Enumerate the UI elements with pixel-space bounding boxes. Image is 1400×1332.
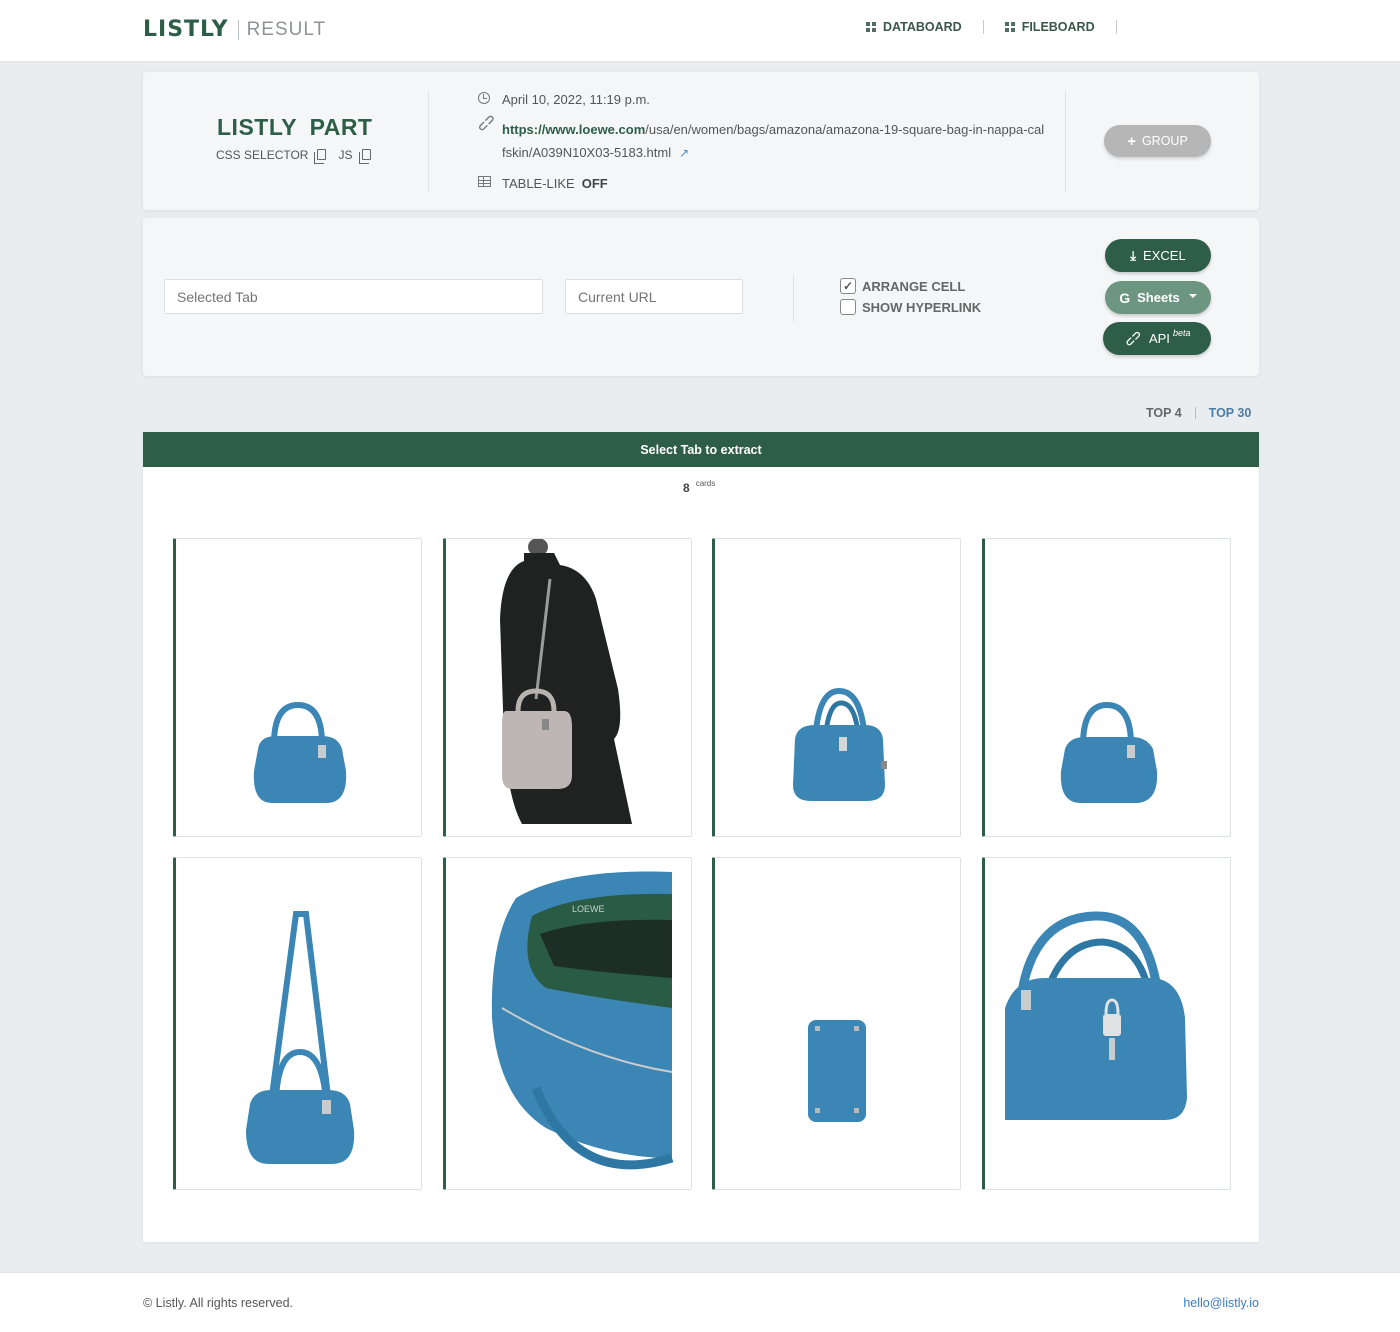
divider [428,90,429,192]
model-with-bag-image [500,539,632,824]
bag-angled-image [793,687,887,801]
timestamp-row: April 10, 2022, 11:19 p.m. [477,92,650,107]
arrange-cell-label: ARRANGE CELL [862,278,966,294]
table-icon [477,176,491,190]
table-like-value[interactable]: OFF [582,176,608,191]
url-row: ⊂⊃ https://www.loewe.com/usa/en/women/ba… [474,110,1047,165]
export-controls-card: ✓ ARRANGE CELL SHOW HYPERLINK ⤓ EXCEL G … [143,218,1259,376]
selected-tab-input[interactable] [164,279,543,314]
top30-link[interactable]: TOP 30 [1209,406,1252,420]
arrange-cell-option[interactable]: ✓ ARRANGE CELL [840,278,965,294]
top-navbar: LISTLY RESULT DATABOARD FILEBOARD [0,0,1400,62]
group-button-label: GROUP [1141,134,1188,148]
excel-download-button[interactable]: ⤓ EXCEL [1105,239,1211,272]
download-icon: ⤓ [1130,247,1137,263]
result-card[interactable] [173,857,422,1190]
part-title: LISTLY PART [217,114,373,140]
nav-divider [982,20,984,34]
timestamp: April 10, 2022, 11:19 p.m. [502,92,650,107]
bag-front-image [1060,701,1158,803]
url-domain: https://www.loewe.com [502,122,646,137]
table-like-row: TABLE-LIKE OFF [477,176,608,191]
copy-css-selector-icon[interactable] [314,148,327,164]
result-card[interactable] [173,538,422,837]
nav-databoard-link[interactable]: DATABOARD [866,20,962,34]
selector-links: CSS SELECTOR JS [216,148,371,164]
sheets-button-label: Sheets [1137,290,1180,305]
listly-logo[interactable]: LISTLY [143,17,229,42]
clock-icon [477,92,491,107]
source-url[interactable]: https://www.loewe.com/usa/en/women/bags/… [502,118,1047,165]
api-button-label: API [1148,331,1170,346]
top4-link[interactable]: TOP 4 [1146,406,1182,420]
nav-fileboard-link[interactable]: FILEBOARD [1004,20,1095,34]
cards-count: 8 cards [683,479,716,495]
nav-fileboard-label: FILEBOARD [1021,20,1095,34]
result-card[interactable] [712,857,961,1190]
show-hyperlink-checkbox[interactable] [840,299,856,315]
current-url-input[interactable] [565,279,743,314]
link-icon: ⊂⊃ [1122,328,1144,350]
google-icon: G [1119,289,1131,306]
bag-with-strap-image [246,911,355,1164]
svg-text:LOEWE: LOEWE [572,904,605,914]
select-tab-bar[interactable]: Select Tab to extract [143,432,1259,467]
js-label: JS [338,148,353,162]
external-link-icon[interactable]: ↗ [679,146,689,160]
copy-js-icon[interactable] [358,148,371,164]
google-sheets-button[interactable]: G Sheets [1105,281,1211,314]
group-button[interactable]: + GROUP [1104,125,1211,157]
arrange-cell-checkbox[interactable]: ✓ [840,278,856,294]
bag-interior-image: LOEWE [491,871,674,1170]
result-card[interactable] [982,538,1231,837]
beta-badge: beta [1172,327,1191,338]
contact-email-link[interactable]: hello@listly.io [1183,1296,1259,1310]
show-hyperlink-label: SHOW HYPERLINK [862,299,982,315]
plus-icon: + [1127,132,1136,150]
part-info-card: LISTLY PART CSS SELECTOR JS April 10, 20… [143,72,1259,210]
link-icon: ⊂⊃ [474,110,499,135]
cards-count-number: 8 [683,481,690,495]
table-like-label: TABLE-LIKE [502,176,575,191]
grid-icon [866,22,876,32]
copyright: © Listly. All rights reserved. [143,1296,293,1310]
grid-icon [1004,22,1015,32]
api-button[interactable]: ⊂⊃ API beta [1103,322,1211,355]
result-panel: Select Tab to extract 8 cards LOEWE [143,432,1259,1242]
excel-button-label: EXCEL [1143,248,1186,263]
brand-divider [237,19,239,40]
nav-divider [1115,20,1117,34]
nav-databoard-label: DATABOARD [883,20,962,34]
cards-count-label: cards [695,479,716,488]
divider [1194,407,1196,419]
css-selector-label: CSS SELECTOR [216,148,309,162]
bag-padlock-detail-image [1005,911,1187,1120]
show-hyperlink-option[interactable]: SHOW HYPERLINK [840,299,981,315]
footer: © Listly. All rights reserved. hello@lis… [0,1272,1400,1332]
page-section-label: RESULT [246,18,327,40]
result-card[interactable] [982,857,1231,1190]
result-card[interactable] [712,538,961,837]
divider [793,274,794,322]
bag-bottom-image [808,1020,866,1122]
result-card[interactable] [443,538,692,837]
top-n-switcher: TOP 4 TOP 30 [1146,406,1251,420]
brand[interactable]: LISTLY RESULT [143,17,326,42]
result-card[interactable]: LOEWE [443,857,692,1190]
nav-links: DATABOARD FILEBOARD [866,20,1138,34]
bag-front-image [253,701,347,803]
divider [1065,90,1066,192]
chevron-down-icon [1188,293,1197,298]
